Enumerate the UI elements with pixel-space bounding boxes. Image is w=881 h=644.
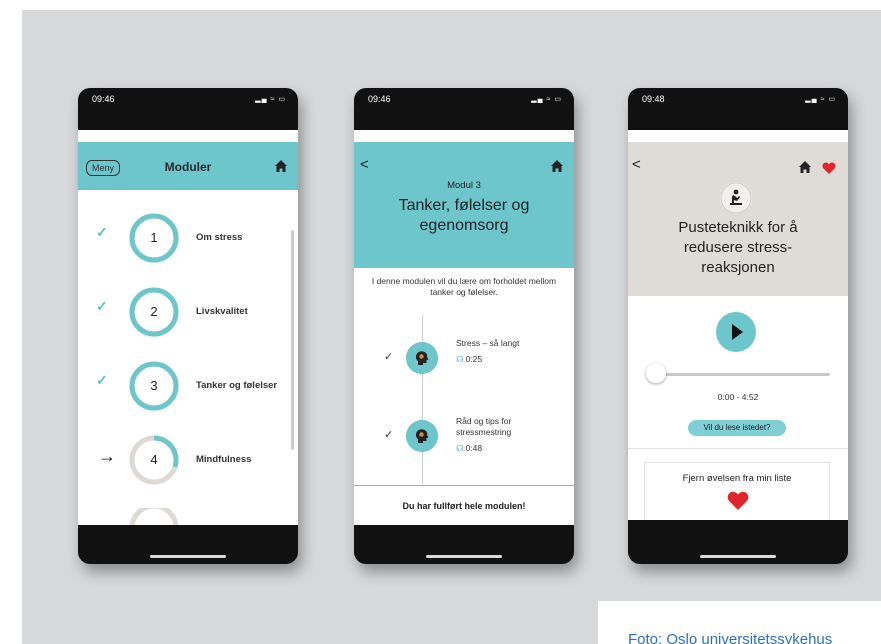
module-label: Livskvalitet bbox=[196, 306, 248, 317]
title-line: Tanker, følelser og bbox=[398, 197, 530, 214]
next-module-ring bbox=[129, 508, 179, 525]
lesson-title: Råd og tips for stressmestring bbox=[456, 416, 511, 438]
status-indicators: ▂▄ ≈ ▭ bbox=[805, 96, 836, 103]
duration-text: 0:48 bbox=[465, 443, 483, 453]
play-icon bbox=[732, 324, 743, 340]
status-bar: 09:48 ▂▄ ≈ ▭ bbox=[628, 88, 848, 130]
module-label: Tanker og følelser bbox=[196, 380, 278, 391]
lesson-title-line: Stress – så langt bbox=[456, 338, 520, 348]
exercise-screen: < Pusteteknikk for å redusere stress- re… bbox=[628, 130, 848, 520]
module-complete-footer: Du har fullført hele modulen! bbox=[354, 485, 574, 525]
back-button[interactable]: < bbox=[360, 156, 369, 173]
headphones-icon: ☊ bbox=[456, 443, 464, 453]
remove-favorite-card[interactable]: Fjern øvelsen fra min liste bbox=[644, 462, 830, 520]
lesson-item[interactable]: ✓ Stress – så langt ☊ 0:25 bbox=[354, 338, 574, 388]
module-intro: I denne modulen vil du lære om forholdet… bbox=[371, 276, 557, 297]
photo-credit: Foto: Oslo universitetssykehus bbox=[628, 631, 833, 644]
page-title: Moduler bbox=[164, 160, 212, 174]
lesson-duration: ☊ 0:48 bbox=[456, 443, 482, 454]
module-kicker: Modul 3 bbox=[447, 180, 481, 191]
play-button[interactable] bbox=[716, 312, 756, 352]
exercise-header: < Pusteteknikk for å redusere stress- re… bbox=[628, 142, 848, 296]
status-time: 09:46 bbox=[368, 94, 391, 104]
lesson-title-line: stressmestring bbox=[456, 427, 512, 437]
check-icon: ✓ bbox=[96, 298, 108, 314]
module-detail-screen: < Modul 3 Tanker, følelser og egenomsorg… bbox=[354, 130, 574, 525]
meditation-person-icon bbox=[720, 182, 752, 214]
page-title: Pusteteknikk for å redusere stress- reak… bbox=[628, 218, 848, 278]
heart-icon[interactable] bbox=[727, 491, 749, 510]
home-indicator[interactable] bbox=[426, 555, 502, 558]
modules-header: Meny Moduler bbox=[78, 142, 298, 190]
title-line: redusere stress- bbox=[683, 239, 793, 256]
check-icon: ✓ bbox=[384, 351, 394, 363]
headphones-icon: ☊ bbox=[456, 354, 464, 364]
scrollbar[interactable] bbox=[291, 230, 294, 450]
module-number: 1 bbox=[150, 230, 158, 245]
module-item[interactable]: ✓ 1 Om stress bbox=[78, 212, 298, 272]
scrubber-handle[interactable] bbox=[646, 363, 666, 383]
check-icon: ✓ bbox=[384, 429, 394, 441]
phone-exercise: 09:48 ▂▄ ≈ ▭ < Pusteteknikk for å reduse… bbox=[628, 88, 848, 564]
remove-favorite-label: Fjern øvelsen fra min liste bbox=[682, 473, 792, 484]
home-icon[interactable] bbox=[798, 160, 812, 174]
module-item[interactable]: → 4 Mindfulness bbox=[78, 434, 298, 494]
status-time: 09:46 bbox=[92, 94, 115, 104]
status-indicators: ▂▄ ≈ ▭ bbox=[531, 96, 562, 103]
module-header: < Modul 3 Tanker, følelser og egenomsorg bbox=[354, 142, 574, 268]
head-icon bbox=[406, 420, 438, 452]
home-indicator[interactable] bbox=[700, 555, 776, 558]
back-button[interactable]: < bbox=[632, 156, 641, 173]
status-bar: 09:46 ▂▄ ≈ ▭ bbox=[354, 88, 574, 130]
audio-time: 0:00 - 4:52 bbox=[717, 392, 759, 402]
home-icon[interactable] bbox=[274, 159, 288, 173]
title-line: reaksjonen bbox=[701, 259, 775, 276]
check-icon: ✓ bbox=[96, 372, 108, 388]
module-number: 4 bbox=[150, 452, 158, 467]
arrow-right-icon: → bbox=[98, 446, 116, 466]
status-time: 09:48 bbox=[642, 94, 665, 104]
module-item[interactable]: ✓ 3 Tanker og følelser bbox=[78, 360, 298, 420]
heart-icon[interactable] bbox=[822, 162, 836, 174]
phone-module-detail: 09:46 ▂▄ ≈ ▭ < Modul 3 Tanker, følelser … bbox=[354, 88, 574, 564]
lesson-title-line: Råd og tips for bbox=[456, 416, 512, 426]
audio-scrubber[interactable] bbox=[648, 373, 830, 376]
lesson-duration: ☊ 0:25 bbox=[456, 354, 482, 365]
head-icon bbox=[406, 342, 438, 374]
module-item[interactable]: ✓ 2 Livskvalitet bbox=[78, 286, 298, 346]
module-number: 2 bbox=[150, 304, 158, 319]
lesson-item[interactable]: ✓ Råd og tips for stressmestring ☊ 0:48 bbox=[354, 416, 574, 466]
lesson-title: Stress – så langt bbox=[456, 338, 519, 349]
module-label: Mindfulness bbox=[196, 454, 252, 465]
module-label: Om stress bbox=[196, 232, 243, 243]
status-indicators: ▂▄ ≈ ▭ bbox=[255, 96, 286, 103]
divider bbox=[628, 448, 848, 449]
duration-text: 0:25 bbox=[465, 354, 483, 364]
check-icon: ✓ bbox=[96, 224, 108, 240]
read-instead-button[interactable]: Vil du lese istedet? bbox=[688, 420, 786, 436]
module-number: 3 bbox=[150, 378, 158, 393]
phone-modules: 09:46 ▂▄ ≈ ▭ Meny Moduler ✓ 1 Om stress … bbox=[78, 88, 298, 564]
credit-box: Foto: Oslo universitetssykehus bbox=[598, 601, 881, 644]
page-title: Tanker, følelser og egenomsorg bbox=[354, 196, 574, 236]
modules-screen: Meny Moduler ✓ 1 Om stress ✓ 2 Livskvali… bbox=[78, 130, 298, 525]
status-bar: 09:46 ▂▄ ≈ ▭ bbox=[78, 88, 298, 130]
home-icon[interactable] bbox=[550, 159, 564, 173]
home-indicator[interactable] bbox=[150, 555, 226, 558]
title-line: egenomsorg bbox=[419, 217, 509, 234]
title-line: Pusteteknikk for å bbox=[678, 219, 798, 236]
